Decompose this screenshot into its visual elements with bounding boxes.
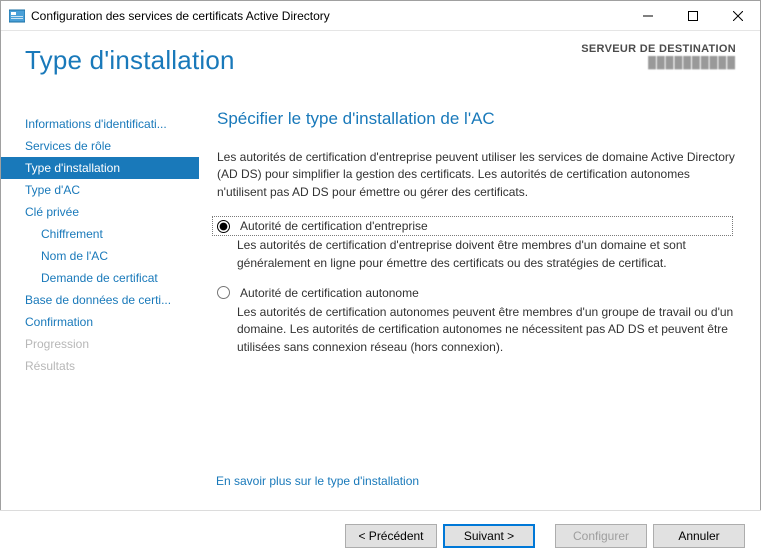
sidebar-item-6[interactable]: Nom de l'AC — [1, 245, 199, 267]
sidebar-item-11: Résultats — [1, 355, 199, 377]
option-label-0: Autorité de certification d'entreprise — [240, 219, 428, 233]
sidebar-item-1[interactable]: Services de rôle — [1, 135, 199, 157]
option-desc-1: Les autorités de certification autonomes… — [237, 304, 736, 356]
destination-label: SERVEUR DE DESTINATION — [581, 43, 736, 55]
content-heading: Spécifier le type d'installation de l'AC — [217, 109, 736, 129]
sidebar-item-3[interactable]: Type d'AC — [1, 179, 199, 201]
sidebar-item-8[interactable]: Base de données de certi... — [1, 289, 199, 311]
option-label-1: Autorité de certification autonome — [240, 286, 419, 300]
sidebar-item-0[interactable]: Informations d'identificati... — [1, 113, 199, 135]
body: Informations d'identificati...Services d… — [1, 109, 760, 501]
option-desc-0: Les autorités de certification d'entrepr… — [237, 237, 736, 272]
sidebar-item-5[interactable]: Chiffrement — [1, 223, 199, 245]
sidebar-item-7[interactable]: Demande de certificat — [1, 267, 199, 289]
sidebar-item-10: Progression — [1, 333, 199, 355]
sidebar: Informations d'identificati...Services d… — [1, 109, 199, 501]
destination-block: SERVEUR DE DESTINATION ██████████ — [581, 43, 736, 69]
option-0: Autorité de certification d'entreprise Le… — [217, 217, 736, 272]
maximize-button[interactable] — [670, 1, 715, 30]
next-button[interactable]: Suivant > — [443, 524, 535, 548]
app-icon — [9, 8, 25, 24]
previous-button[interactable]: < Précédent — [345, 524, 437, 548]
option-row-0[interactable]: Autorité de certification d'entreprise — [213, 217, 732, 235]
window-controls — [625, 1, 760, 30]
option-1: Autorité de certification autonome Les au… — [217, 286, 736, 356]
option-row-1[interactable]: Autorité de certification autonome — [217, 286, 736, 300]
configure-button[interactable]: Configurer — [555, 524, 647, 548]
sidebar-item-2[interactable]: Type d'installation — [1, 157, 199, 179]
sidebar-item-9[interactable]: Confirmation — [1, 311, 199, 333]
header: Type d'installation SERVEUR DE DESTINATI… — [1, 31, 760, 109]
option-radio-0[interactable] — [217, 220, 230, 233]
sidebar-item-4[interactable]: Clé privée — [1, 201, 199, 223]
footer: < Précédent Suivant > Configurer Annuler — [0, 510, 761, 560]
page-title: Type d'installation — [25, 45, 235, 109]
destination-server: ██████████ — [581, 57, 736, 69]
cancel-button[interactable]: Annuler — [653, 524, 745, 548]
intro-text: Les autorités de certification d'entrepr… — [217, 149, 736, 201]
learn-more-link[interactable]: En savoir plus sur le type d'installatio… — [216, 474, 419, 488]
option-radio-1[interactable] — [217, 286, 230, 299]
minimize-button[interactable] — [625, 1, 670, 30]
close-button[interactable] — [715, 1, 760, 30]
window-title: Configuration des services de certificat… — [31, 9, 625, 23]
content: Spécifier le type d'installation de l'AC… — [199, 109, 760, 501]
titlebar: Configuration des services de certificat… — [1, 1, 760, 31]
